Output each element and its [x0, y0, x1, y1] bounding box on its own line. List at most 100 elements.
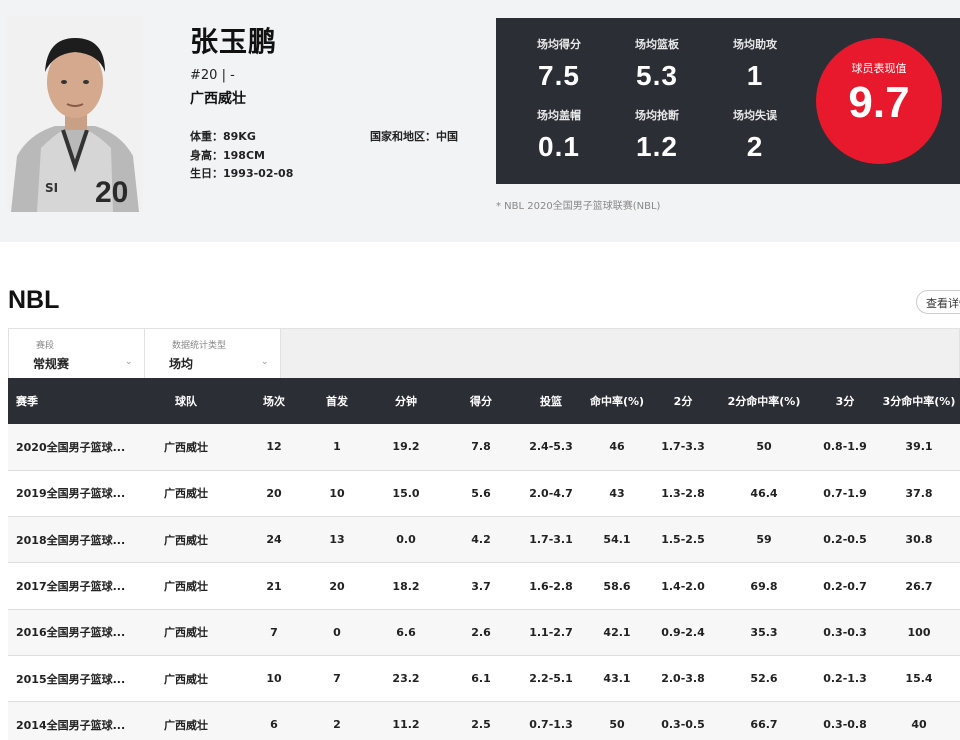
table-cell: 广西威壮	[164, 672, 208, 686]
table-cell: 0.8-1.9	[823, 440, 867, 454]
table-cell: 69.8	[750, 579, 778, 593]
stat-steals: 场均抢断 1.2	[612, 107, 702, 163]
table-cell: 2019全国男子篮球...	[16, 487, 126, 501]
table-cell: 广西威壮	[164, 580, 208, 594]
table-cell: 2020全国男子篮球...	[16, 440, 126, 454]
table-cell: 2017全国男子篮球...	[16, 580, 126, 594]
table-cell: 1.1-2.7	[529, 625, 573, 639]
table-cell: 30.8	[905, 533, 933, 547]
table-cell: 1.3-2.8	[661, 486, 705, 500]
table-cell: 13	[329, 533, 345, 547]
section-title: NBL	[8, 286, 60, 314]
stat-value: 1	[746, 60, 764, 91]
filter-label: 赛段	[36, 341, 55, 351]
table-cell: 2018全国男子篮球...	[16, 533, 126, 547]
table-cell: 11.2	[392, 718, 420, 732]
player-weight: 体重：89KG	[190, 130, 256, 143]
stat-turnovers: 场均失误 2	[710, 107, 800, 163]
column-header: 赛季	[16, 395, 38, 408]
table-cell: 广西威壮	[164, 718, 208, 732]
stat-points: 场均得分 7.5	[514, 36, 604, 92]
view-details-button[interactable]: 查看详情	[916, 290, 960, 314]
player-name: 张玉鹏	[190, 25, 278, 58]
table-row[interactable]: 2015全国男子篮球... 广西威壮 10 7 23.2 6.1 2.2-5.1 43.1 2.…	[8, 655, 960, 702]
table-cell: 2.0-3.8	[661, 672, 705, 686]
stats-summary-panel: 场均得分 7.5 场均篮板 5.3 场均助攻 1 场均盖帽 0.1 场均抢断 1…	[496, 18, 960, 184]
column-header: 球队	[175, 395, 197, 408]
table-cell: 39.1	[905, 440, 933, 454]
column-header: 分钟	[395, 395, 417, 408]
player-region: 国家和地区：中国	[370, 130, 458, 143]
table-cell: 50	[609, 718, 625, 732]
table-cell: 0.3-0.5	[661, 718, 705, 732]
column-header: 3分	[835, 395, 855, 408]
table-body: 2020全国男子篮球... 广西威壮 12 1 19.2 7.8 2.4-5.3 46 1.7-…	[8, 424, 960, 740]
rating-value: 9.7	[848, 78, 910, 127]
table-cell: 26.7	[905, 579, 933, 593]
column-header: 命中率(%)	[589, 395, 645, 408]
table-row[interactable]: 2020全国男子篮球... 广西威壮 12 1 19.2 7.8 2.4-5.3 46 1.7-…	[8, 424, 960, 471]
table-cell: 2.2-5.1	[529, 672, 573, 686]
jersey-number: 20	[95, 176, 128, 209]
stat-rebounds: 场均篮板 5.3	[612, 36, 702, 92]
player-photo: SI 20	[7, 16, 143, 212]
table-cell: 66.7	[750, 718, 778, 732]
filter-value: 场均	[169, 357, 194, 371]
table-cell: 40	[911, 718, 927, 732]
rating-label: 球员表现值	[851, 62, 907, 75]
player-team: 广西威壮	[190, 91, 246, 107]
table-cell: 广西威壮	[164, 487, 208, 501]
column-header: 首发	[326, 395, 348, 408]
table-cell: 0.2-0.5	[823, 533, 867, 547]
stat-assists: 场均助攻 1	[710, 36, 800, 92]
filter-bar: 赛段 常规赛 ⌄ 数据统计类型 场均 ⌄	[8, 328, 960, 379]
column-header: 2分命中率(%)	[727, 395, 801, 408]
table-row[interactable]: 2014全国男子篮球... 广西威壮 6 2 11.2 2.5 0.7-1.3 50 0.3-0…	[8, 701, 960, 740]
column-header: 投篮	[540, 395, 562, 408]
table-row[interactable]: 2019全国男子篮球... 广西威壮 20 10 15.0 5.6 2.0-4.7 43 1.3…	[8, 470, 960, 517]
table-cell: 0.7-1.3	[529, 718, 573, 732]
table-cell: 19.2	[392, 440, 420, 454]
table-cell: 10	[329, 486, 345, 500]
stat-label: 场均篮板	[635, 38, 679, 51]
player-birthday: 生日：1993-02-08	[190, 167, 294, 180]
table-cell: 43	[609, 486, 625, 500]
table-cell: 24	[266, 533, 282, 547]
jersey-logo: SI	[45, 181, 58, 195]
player-height: 身高：198CM	[190, 149, 265, 162]
column-header: 2分	[673, 395, 693, 408]
player-profile: SI 20 张玉鹏 #20 | - 广西威壮 体重：89KG 身高：198CM …	[0, 0, 960, 242]
stat-value: 5.3	[636, 60, 678, 91]
stat-label: 场均助攻	[733, 38, 777, 51]
table-cell: 0.9-2.4	[661, 625, 705, 639]
chevron-down-icon: ⌄	[261, 357, 269, 367]
stat-value: 1.2	[636, 131, 678, 162]
filter-label: 数据统计类型	[172, 341, 227, 351]
table-cell: 4.2	[471, 533, 491, 547]
table-header: 赛季 球队 场次 首发 分钟 得分 投篮 命中率(%) 2分 2分命中率(%) 3分 3分命中率(%)	[8, 378, 960, 424]
table-cell: 6.1	[471, 672, 491, 686]
table-cell: 2014全国男子篮球...	[16, 718, 126, 732]
table-cell: 2.4-5.3	[529, 440, 573, 454]
table-cell: 2.0-4.7	[529, 486, 573, 500]
table-row[interactable]: 2018全国男子篮球... 广西威壮 24 13 0.0 4.2 1.7-3.1 54.1 1.…	[8, 516, 960, 563]
table-cell: 6	[270, 718, 278, 732]
table-cell: 6.6	[396, 625, 416, 639]
table-cell: 46	[609, 440, 625, 454]
table-row[interactable]: 2016全国男子篮球... 广西威壮 7 0 6.6 2.6 1.1-2.7 42.1 0.9-…	[8, 609, 960, 656]
stat-value: 0.1	[538, 131, 580, 162]
table-cell: 广西威壮	[164, 440, 208, 454]
column-header: 得分	[470, 395, 492, 408]
stage-filter-dropdown[interactable]: 赛段 常规赛 ⌄	[9, 329, 145, 379]
table-cell: 15.0	[392, 486, 420, 500]
table-row[interactable]: 2017全国男子篮球... 广西威壮 21 20 18.2 3.7 1.6-2.8 58.6 1…	[8, 562, 960, 610]
stat-value: 2	[746, 131, 764, 162]
header-row: 赛季 球队 场次 首发 分钟 得分 投篮 命中率(%) 2分 2分命中率(%) 3分 3分命中率(%)	[8, 378, 960, 424]
table-cell: 0.2-0.7	[823, 579, 867, 593]
stat-type-filter-dropdown[interactable]: 数据统计类型 场均 ⌄	[145, 329, 281, 379]
table-cell: 0	[333, 625, 341, 639]
table-cell: 0.3-0.3	[823, 625, 867, 639]
table-cell: 43.1	[603, 672, 631, 686]
table-cell: 54.1	[603, 533, 631, 547]
table-cell: 100	[907, 625, 931, 639]
